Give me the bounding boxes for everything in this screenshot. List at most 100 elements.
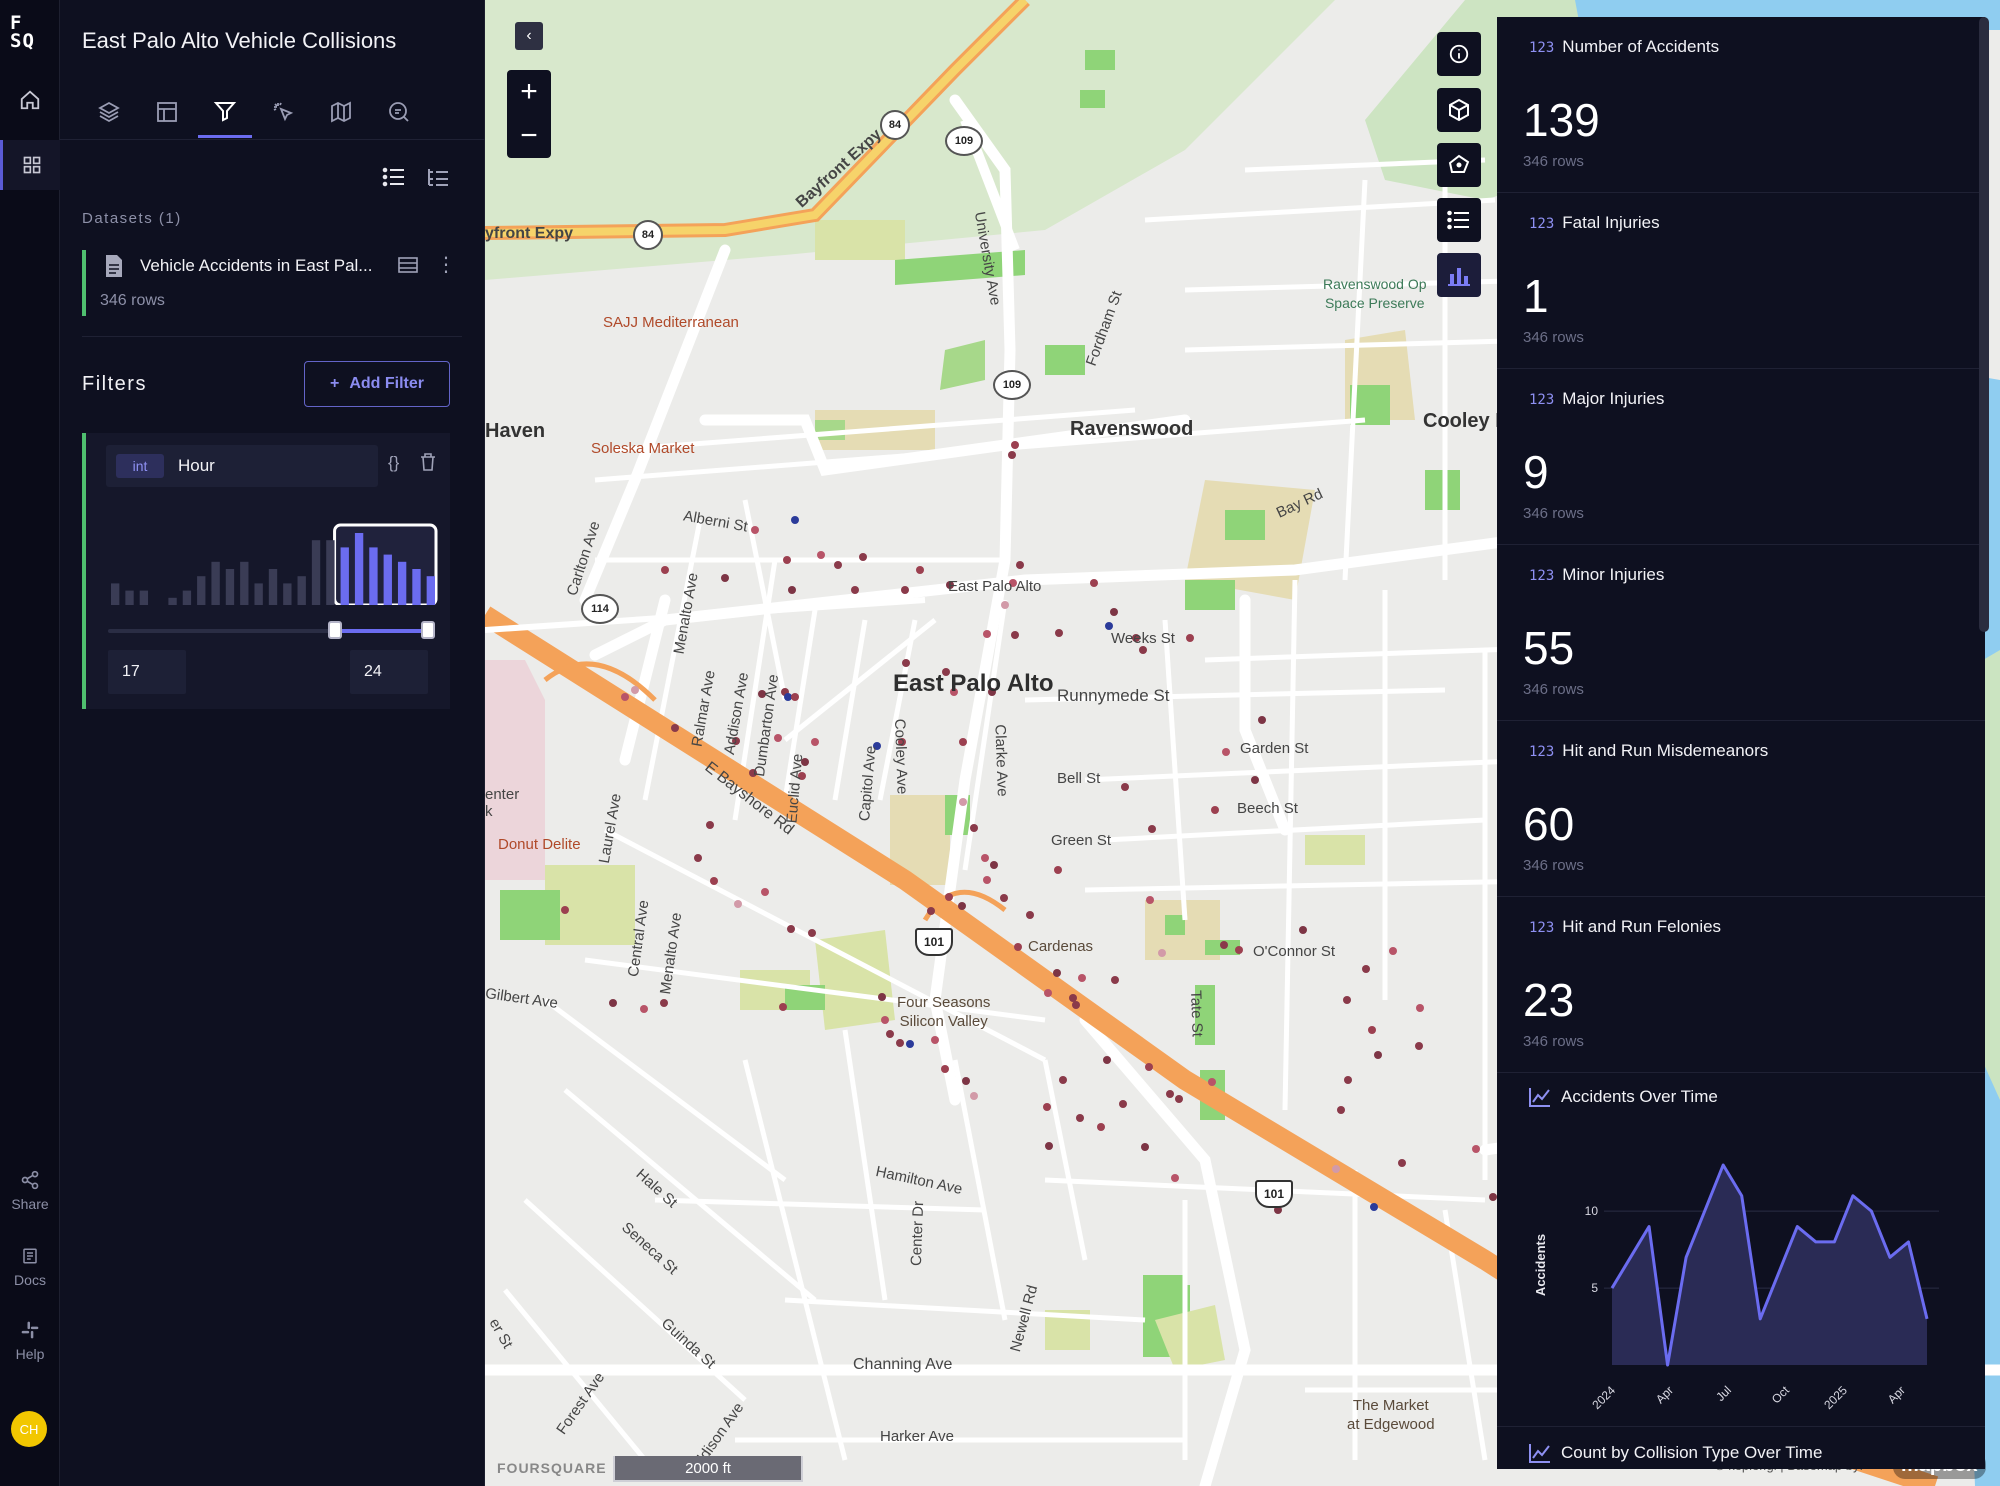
accident-point[interactable]: [958, 902, 966, 910]
accident-point[interactable]: [779, 1003, 787, 1011]
accident-point[interactable]: [621, 693, 629, 701]
accident-point[interactable]: [710, 877, 718, 885]
dataset-card[interactable]: Vehicle Accidents in East Pal... 346 row…: [82, 250, 462, 316]
poi-cardenas[interactable]: Cardenas: [1028, 938, 1093, 955]
accident-point[interactable]: [808, 929, 816, 937]
accident-point[interactable]: [561, 906, 569, 914]
accident-point[interactable]: [983, 876, 991, 884]
filter-min-input[interactable]: 17: [108, 650, 186, 694]
accident-point[interactable]: [901, 586, 909, 594]
help-button[interactable]: Help: [0, 1320, 60, 1362]
accident-point[interactable]: [1076, 1114, 1084, 1122]
accident-point[interactable]: [1158, 949, 1166, 957]
accident-point[interactable]: [1251, 776, 1259, 784]
filter-icon[interactable]: [198, 86, 252, 138]
accident-point[interactable]: [1054, 866, 1062, 874]
accident-point[interactable]: [1016, 561, 1024, 569]
range-slider[interactable]: [108, 621, 435, 639]
accident-point[interactable]: [1001, 601, 1009, 609]
accident-point[interactable]: [784, 693, 792, 701]
accident-point[interactable]: [1000, 894, 1008, 902]
widgets-chart-icon[interactable]: [1437, 253, 1481, 297]
widget-minor-injuries[interactable]: 123 Minor Injuries 55 346 rows: [1497, 545, 1985, 721]
zoom-out-button[interactable]: −: [507, 114, 551, 158]
accident-point[interactable]: [1175, 1095, 1183, 1103]
accident-point[interactable]: [1235, 946, 1243, 954]
accident-point[interactable]: [941, 1065, 949, 1073]
accident-point[interactable]: [851, 586, 859, 594]
accident-point[interactable]: [916, 566, 924, 574]
accident-point[interactable]: [1078, 974, 1086, 982]
accident-point[interactable]: [981, 854, 989, 862]
accident-point[interactable]: [1043, 1103, 1051, 1111]
accident-point[interactable]: [1220, 941, 1228, 949]
poi-ravenswood-preserve[interactable]: Ravenswood Op Space Preserve: [1323, 275, 1427, 313]
accident-point[interactable]: [1105, 622, 1113, 630]
accident-point[interactable]: [1044, 989, 1052, 997]
hour-histogram[interactable]: [108, 523, 438, 605]
widget-count-by-collision-type[interactable]: Count by Collision Type Over Time: [1497, 1429, 1985, 1469]
accident-point[interactable]: [983, 630, 991, 638]
accident-point[interactable]: [774, 734, 782, 742]
accident-point[interactable]: [1374, 1051, 1382, 1059]
accident-point[interactable]: [1145, 1063, 1153, 1071]
accident-point[interactable]: [1368, 1026, 1376, 1034]
widget-number-of-accidents[interactable]: 123 Number of Accidents 139 346 rows: [1497, 17, 1985, 193]
accident-point[interactable]: [859, 553, 867, 561]
accident-point[interactable]: [1103, 1056, 1111, 1064]
ai-assistant-icon[interactable]: [372, 86, 426, 138]
accident-point[interactable]: [791, 693, 799, 701]
accident-point[interactable]: [881, 1016, 889, 1024]
avatar[interactable]: CH: [11, 1411, 47, 1447]
accident-point[interactable]: [1059, 1076, 1067, 1084]
accident-point[interactable]: [1053, 969, 1061, 977]
accident-point[interactable]: [1055, 629, 1063, 637]
layout-icon[interactable]: [140, 86, 194, 138]
accident-point[interactable]: [1362, 965, 1370, 973]
poi-donut-delite[interactable]: Donut Delite: [498, 836, 581, 853]
widget-hit-and-run-felonies[interactable]: 123 Hit and Run Felonies 23 346 rows: [1497, 897, 1985, 1073]
home-icon[interactable]: [0, 75, 60, 125]
accident-point[interactable]: [970, 824, 978, 832]
accident-point[interactable]: [1008, 451, 1016, 459]
slider-handle-max[interactable]: [421, 621, 435, 639]
widget-hit-and-run-misdemeanors[interactable]: 123 Hit and Run Misdemeanors 60 346 rows: [1497, 721, 1985, 897]
accident-point[interactable]: [959, 798, 967, 806]
tree-view-icon[interactable]: [426, 166, 450, 193]
slider-handle-min[interactable]: [327, 621, 342, 639]
accident-point[interactable]: [1344, 1076, 1352, 1084]
accident-point[interactable]: [734, 900, 742, 908]
widget-major-injuries[interactable]: 123 Major Injuries 9 346 rows: [1497, 369, 1985, 545]
dataset-name[interactable]: Vehicle Accidents in East Pal...: [140, 256, 372, 276]
accident-point[interactable]: [1097, 1123, 1105, 1131]
accident-point[interactable]: [660, 999, 668, 1007]
accident-point[interactable]: [1011, 631, 1019, 639]
accident-point[interactable]: [1072, 1001, 1080, 1009]
accident-point[interactable]: [1111, 976, 1119, 984]
accidents-area-chart[interactable]: 5 10 Accidents 2024 Apr Jul Oct 2025 Apr: [1497, 1125, 1985, 1425]
map-title[interactable]: East Palo Alto Vehicle Collisions: [82, 28, 396, 54]
accident-point[interactable]: [791, 516, 799, 524]
widget-fatal-injuries[interactable]: 123 Fatal Injuries 1 346 rows: [1497, 193, 1985, 369]
accident-point[interactable]: [990, 861, 998, 869]
legend-list-icon[interactable]: [1437, 198, 1481, 242]
accident-point[interactable]: [1014, 943, 1022, 951]
accident-point[interactable]: [906, 1040, 914, 1048]
accident-point[interactable]: [1026, 911, 1034, 919]
zoom-in-button[interactable]: +: [507, 70, 551, 114]
accident-point[interactable]: [834, 561, 842, 569]
accident-point[interactable]: [1011, 441, 1019, 449]
accident-point[interactable]: [970, 1092, 978, 1100]
accident-point[interactable]: [878, 993, 886, 1001]
accident-point[interactable]: [783, 556, 791, 564]
accident-point[interactable]: [1416, 1004, 1424, 1012]
layers-icon[interactable]: [82, 86, 136, 138]
dashboard-icon[interactable]: [0, 140, 60, 190]
accident-point[interactable]: [1166, 1090, 1174, 1098]
accident-point[interactable]: [1389, 947, 1397, 955]
accident-point[interactable]: [1222, 748, 1230, 756]
add-filter-button[interactable]: + Add Filter: [304, 361, 450, 407]
accident-point[interactable]: [886, 1030, 894, 1038]
3d-cube-icon[interactable]: [1437, 88, 1481, 132]
accident-point[interactable]: [1337, 1106, 1345, 1114]
